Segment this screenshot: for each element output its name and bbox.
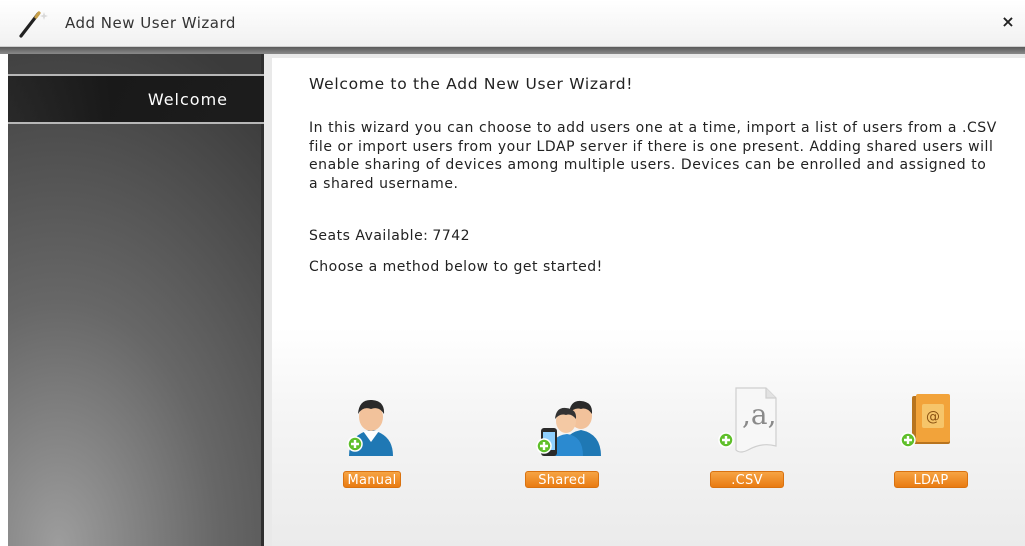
svg-text:@: @ [926,409,940,425]
close-button[interactable]: × [999,12,1017,32]
sidebar-item-label: Welcome [147,90,228,109]
title-separator [0,47,1025,54]
method-manual-label: Manual [343,471,401,488]
address-book-add-icon: @ [900,394,950,448]
user-add-icon [347,399,393,456]
shared-users-add-icon [536,400,601,456]
method-prompt: Choose a method below to get started! [309,259,603,275]
method-ldap-button[interactable]: @ LDAP [878,384,988,494]
method-shared-label: Shared [525,471,599,488]
method-shared-button[interactable]: Shared [509,384,619,494]
method-ldap-label: LDAP [894,471,968,488]
seats-available: Seats Available: 7742 [309,228,470,244]
wizard-sidebar: Welcome [8,54,264,546]
svg-text:,a,: ,a, [742,398,777,431]
seats-value: 7742 [432,228,471,244]
method-manual-button[interactable]: Manual [311,384,421,494]
csv-file-add-icon: ,a, [718,387,777,453]
seats-label: Seats Available: [309,228,429,244]
title-bar: Add New User Wizard × [0,0,1025,47]
sidebar-item-welcome[interactable]: Welcome [8,74,264,124]
window-title: Add New User Wizard [65,14,236,32]
intro-text: In this wizard you can choose to add use… [309,120,997,192]
page-title: Welcome to the Add New User Wizard! [309,75,634,93]
wizard-main: Welcome to the Add New User Wizard! In t… [272,58,1025,546]
method-csv-label: .CSV [710,471,784,488]
wizard-frame: Welcome Welcome to the Add New User Wiza… [8,54,1025,546]
method-csv-button[interactable]: ,a, .CSV [692,384,802,494]
magic-wand-icon [19,11,48,38]
